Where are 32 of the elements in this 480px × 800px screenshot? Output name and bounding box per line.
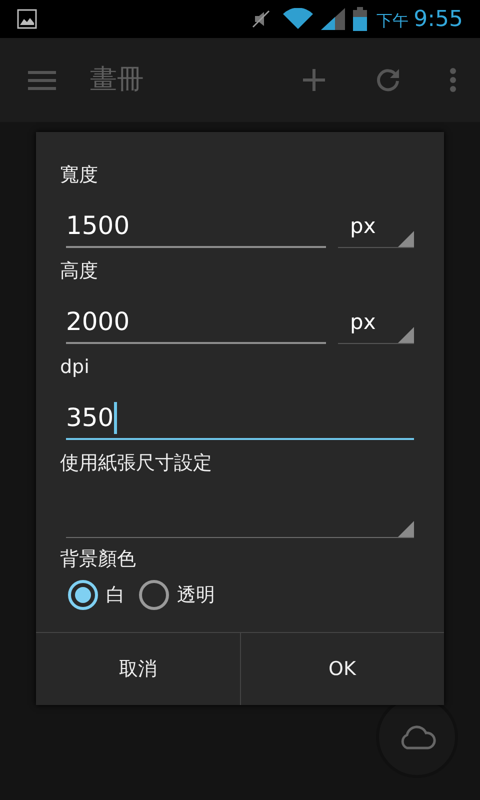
radio-button[interactable] xyxy=(68,580,98,610)
battery-icon xyxy=(352,7,367,31)
add-icon[interactable] xyxy=(303,69,325,91)
app-title: 畫冊 xyxy=(90,62,144,97)
number-field[interactable]: 350 xyxy=(66,392,414,440)
unit-dropdown[interactable]: px xyxy=(338,304,414,344)
wifi-icon xyxy=(282,8,313,30)
field-label: 使用紙張尺寸設定 xyxy=(60,451,213,476)
dialog-button[interactable]: OK xyxy=(240,633,444,705)
unit-dropdown[interactable]: px xyxy=(338,208,414,248)
field-label: dpi xyxy=(60,355,90,380)
dialog-button[interactable]: 取消 xyxy=(36,633,240,705)
radio-label: 白 xyxy=(106,582,125,608)
dropdown-corner-icon xyxy=(398,327,414,343)
signal-icon xyxy=(320,8,345,30)
menu-icon[interactable] xyxy=(28,70,56,90)
dropdown-corner-icon xyxy=(398,231,414,247)
clock: 9:55 xyxy=(414,6,463,34)
field-label: 寬度 xyxy=(60,163,99,188)
radio-label: 透明 xyxy=(177,582,215,608)
number-field[interactable]: 2000 xyxy=(66,296,326,344)
radio-button[interactable] xyxy=(139,580,169,610)
number-field[interactable]: 1500 xyxy=(66,200,326,248)
dropdown-corner-icon xyxy=(398,521,414,537)
more-icon[interactable] xyxy=(449,67,457,93)
text-cursor xyxy=(114,402,117,434)
field-label: 背景顏色 xyxy=(60,547,137,572)
time-period: 下午 xyxy=(376,10,409,32)
field-label: 高度 xyxy=(60,259,99,284)
image-icon xyxy=(17,9,37,29)
mute-icon xyxy=(250,9,271,29)
refresh-icon[interactable] xyxy=(375,67,401,93)
